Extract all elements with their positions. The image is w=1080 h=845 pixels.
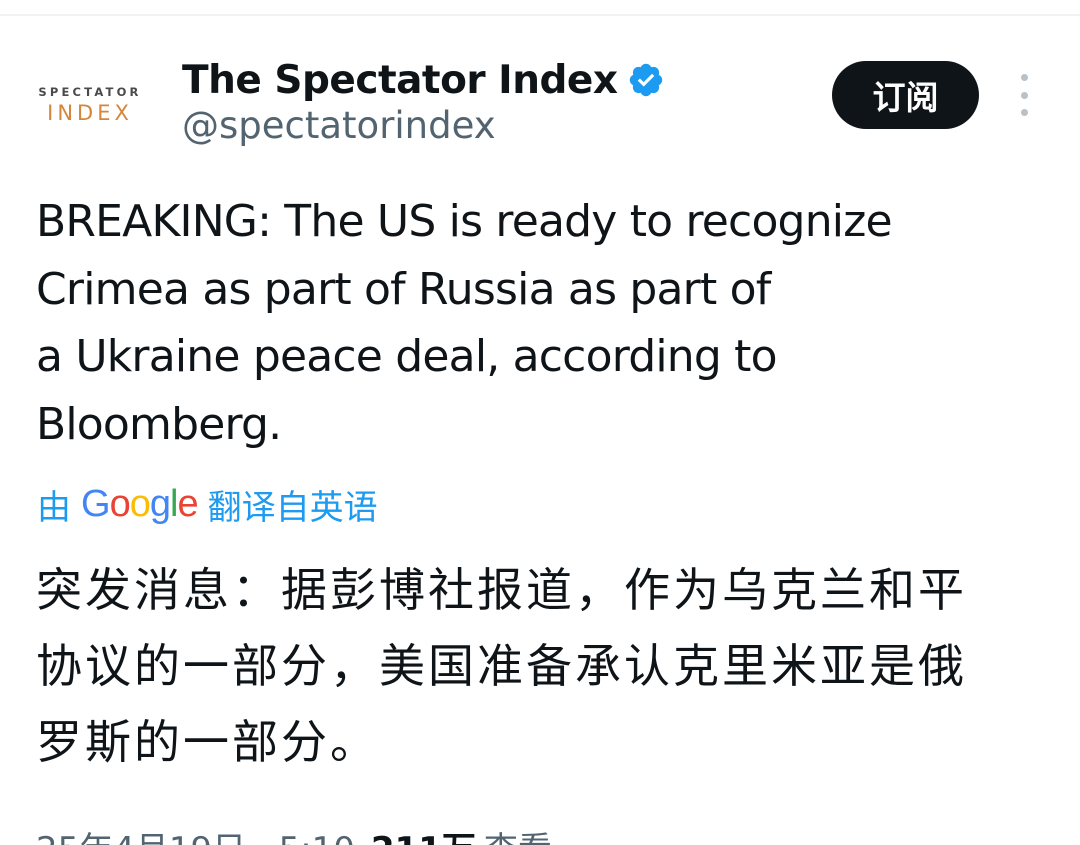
name-row: The Spectator Index [182,52,665,108]
display-name[interactable]: The Spectator Index [182,58,618,103]
tweet-text-line: BREAKING: The US is ready to recognize [36,196,893,247]
translation-text: 突发消息：据彭博社报道，作为乌克兰和平 协议的一部分，美国准备承认克里米亚是俄 … [36,552,1046,780]
translated-by-prefix: 由 [37,487,71,528]
avatar-logo-top: SPECTATOR [38,85,142,99]
views-label[interactable]: 查看 [484,822,552,845]
top-divider [0,14,1080,16]
google-logo: Google [81,482,199,525]
translated-by-link[interactable]: 由 Google 翻译自英语 [37,478,378,530]
tweet-page: SPECTATOR INDEX The Spectator Index @spe… [0,0,1080,845]
avatar[interactable]: SPECTATOR INDEX [30,80,150,130]
follow-button[interactable]: 订阅 [832,61,979,129]
more-dot [1020,91,1028,99]
tweet-text-line: Bloomberg. [36,398,282,450]
views-count: 211万 [371,822,476,845]
translation-text-line: 突发消息：据彭博社报道，作为乌克兰和平 [36,563,967,617]
tweet-text-line: Crimea as part of Russia as part of [36,263,771,315]
more-dot [1020,109,1028,116]
more-dot [1020,74,1028,81]
tweet-text: BREAKING: The US is ready to recognize C… [36,188,1046,458]
tweet-text-line: a Ukraine peace deal, according to [36,331,778,382]
verified-badge-icon[interactable] [627,61,665,99]
translated-by-suffix: 翻译自英语 [207,487,378,528]
avatar-logo-bottom: INDEX [47,101,133,125]
timestamp[interactable]: 25年4月19日 · 5:10 [36,822,355,845]
more-vertical-icon[interactable] [1008,74,1040,116]
account-handle[interactable]: @spectatorindex [182,104,496,147]
tweet-meta: 25年4月19日 · 5:10 211万 查看 [36,826,552,845]
translation-text-line: 协议的一部分，美国准备承认克里米亚是俄 [36,639,967,693]
translation-text-line: 罗斯的一部分。 [36,715,379,769]
